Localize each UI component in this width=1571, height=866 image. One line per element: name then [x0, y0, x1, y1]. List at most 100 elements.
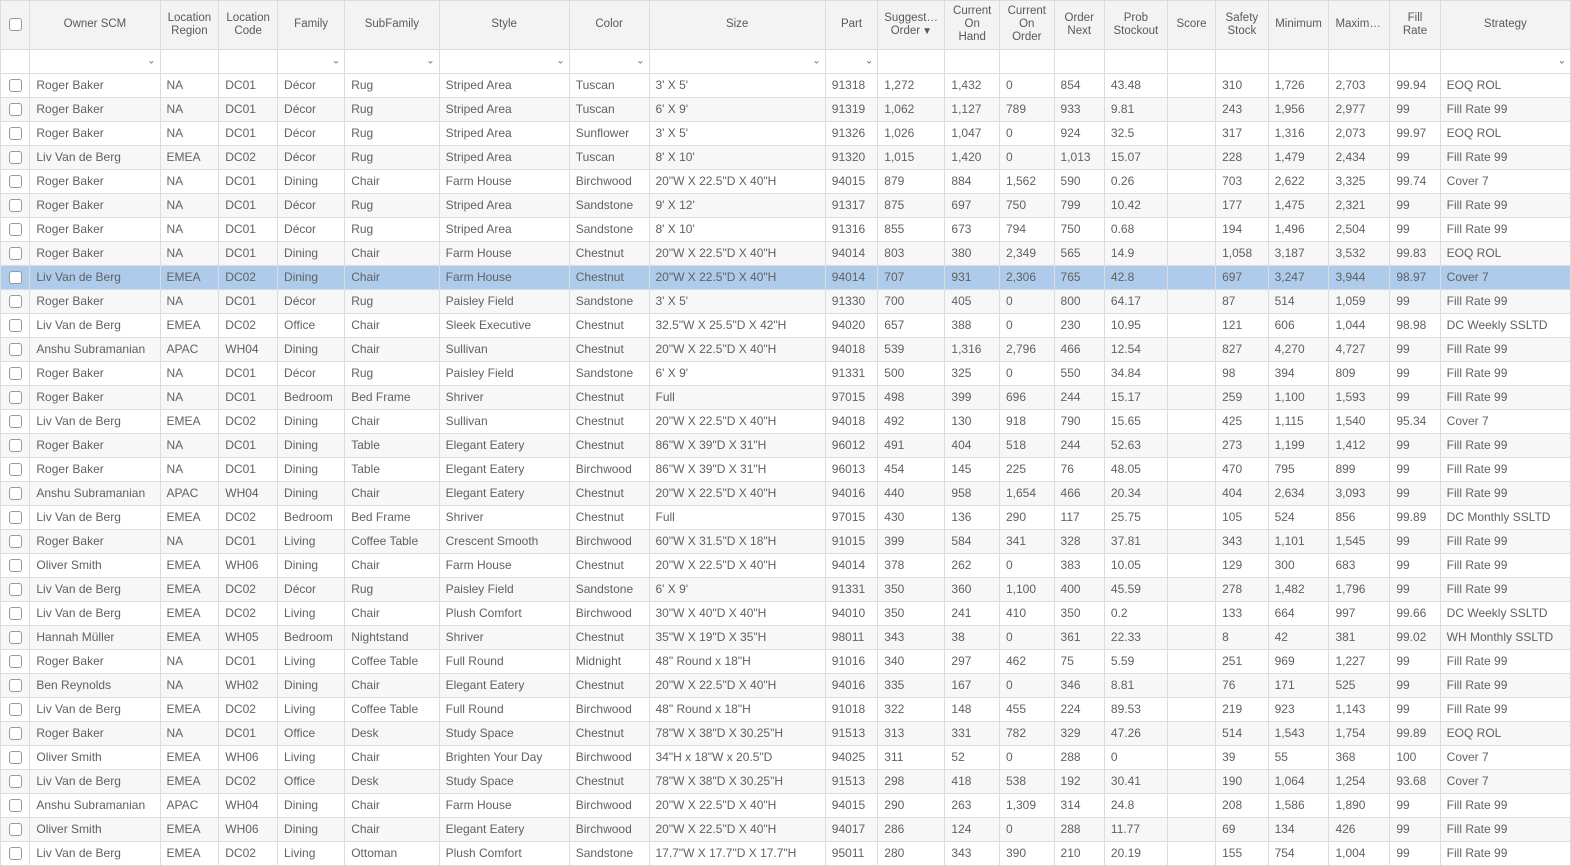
filter-cell[interactable]: ⌄	[649, 49, 825, 73]
chevron-down-icon: ⌄	[636, 56, 644, 67]
cell: DC02	[219, 601, 278, 625]
table-row[interactable]: Roger BakerNADC01DiningChairFarm HouseBi…	[1, 169, 1571, 193]
table-row[interactable]: Ben ReynoldsNAWH02DiningChairElegant Eat…	[1, 673, 1571, 697]
table-row[interactable]: Liv Van de BergEMEADC02LivingChairPlush …	[1, 601, 1571, 625]
table-row[interactable]: Roger BakerNADC01DécorRugStriped AreaTus…	[1, 97, 1571, 121]
row-checkbox[interactable]	[9, 343, 22, 356]
table-row[interactable]: Liv Van de BergEMEADC02DiningChairFarm H…	[1, 265, 1571, 289]
filter-cell[interactable]: ⌄	[825, 49, 877, 73]
table-row[interactable]: Anshu SubramanianAPACWH04DiningChairSull…	[1, 337, 1571, 361]
column-header[interactable]: Strategy	[1440, 1, 1570, 50]
row-checkbox[interactable]	[9, 583, 22, 596]
table-row[interactable]: Roger BakerNADC01DiningTableElegant Eate…	[1, 433, 1571, 457]
table-row[interactable]: Liv Van de BergEMEADC02DécorRugStriped A…	[1, 145, 1571, 169]
column-header[interactable]	[1, 1, 30, 50]
row-checkbox[interactable]	[9, 79, 22, 92]
table-row[interactable]: Roger BakerNADC01DécorRugStriped AreaSan…	[1, 193, 1571, 217]
row-checkbox[interactable]	[9, 799, 22, 812]
row-checkbox[interactable]	[9, 679, 22, 692]
column-header[interactable]: Suggested Order▼	[878, 1, 945, 50]
row-checkbox[interactable]	[9, 175, 22, 188]
column-header[interactable]: Maximum	[1329, 1, 1390, 50]
table-row[interactable]: Oliver SmithEMEAWH06DiningChairElegant E…	[1, 817, 1571, 841]
table-row[interactable]: Liv Van de BergEMEADC02DiningChairSulliv…	[1, 409, 1571, 433]
row-checkbox[interactable]	[9, 367, 22, 380]
row-checkbox[interactable]	[9, 823, 22, 836]
table-row[interactable]: Roger BakerNADC01LivingCoffee TableCresc…	[1, 529, 1571, 553]
row-checkbox[interactable]	[9, 535, 22, 548]
filter-cell[interactable]: ⌄	[1440, 49, 1570, 73]
table-row[interactable]: Roger BakerNADC01BedroomBed FrameShriver…	[1, 385, 1571, 409]
row-checkbox[interactable]	[9, 151, 22, 164]
column-header[interactable]: Part	[825, 1, 877, 50]
row-checkbox[interactable]	[9, 103, 22, 116]
table-row[interactable]: Roger BakerNADC01LivingCoffee TableFull …	[1, 649, 1571, 673]
row-checkbox[interactable]	[9, 415, 22, 428]
table-row[interactable]: Liv Van de BergEMEADC02OfficeDeskStudy S…	[1, 769, 1571, 793]
column-header[interactable]: Prob Stockout	[1104, 1, 1167, 50]
row-checkbox[interactable]	[9, 655, 22, 668]
filter-cell[interactable]: ⌄	[30, 49, 160, 73]
filter-cell[interactable]: ⌄	[345, 49, 439, 73]
column-header[interactable]: Current On Order	[999, 1, 1054, 50]
filter-cell[interactable]: ⌄	[439, 49, 569, 73]
row-checkbox[interactable]	[9, 199, 22, 212]
table-row[interactable]: Roger BakerNADC01DiningTableElegant Eate…	[1, 457, 1571, 481]
table-row[interactable]: Roger BakerNADC01DécorRugStriped AreaTus…	[1, 73, 1571, 97]
row-checkbox[interactable]	[9, 391, 22, 404]
row-checkbox[interactable]	[9, 127, 22, 140]
row-checkbox[interactable]	[9, 319, 22, 332]
table-row[interactable]: Oliver SmithEMEAWH06LivingChairBrighten …	[1, 745, 1571, 769]
row-checkbox[interactable]	[9, 607, 22, 620]
table-row[interactable]: Roger BakerNADC01OfficeDeskStudy SpaceCh…	[1, 721, 1571, 745]
column-header[interactable]: Order Next	[1054, 1, 1104, 50]
table-row[interactable]: Oliver SmithEMEAWH06DiningChairFarm Hous…	[1, 553, 1571, 577]
row-checkbox[interactable]	[9, 775, 22, 788]
column-header[interactable]: Style	[439, 1, 569, 50]
cell: 381	[1329, 625, 1390, 649]
table-row[interactable]: Roger BakerNADC01DécorRugStriped AreaSan…	[1, 217, 1571, 241]
table-row[interactable]: Liv Van de BergEMEADC02DécorRugPaisley F…	[1, 577, 1571, 601]
row-checkbox[interactable]	[9, 247, 22, 260]
cell: 290	[999, 505, 1054, 529]
table-row[interactable]: Roger BakerNADC01DiningChairFarm HouseCh…	[1, 241, 1571, 265]
column-header[interactable]: Minimum	[1268, 1, 1329, 50]
column-header[interactable]: Owner SCM	[30, 1, 160, 50]
table-row[interactable]: Liv Van de BergEMEADC02OfficeChairSleek …	[1, 313, 1571, 337]
table-row[interactable]: Roger BakerNADC01DécorRugPaisley FieldSa…	[1, 361, 1571, 385]
row-checkbox[interactable]	[9, 223, 22, 236]
row-checkbox[interactable]	[9, 727, 22, 740]
table-row[interactable]: Liv Van de BergEMEADC02LivingCoffee Tabl…	[1, 697, 1571, 721]
column-header[interactable]: Fill Rate	[1390, 1, 1440, 50]
table-row[interactable]: Anshu SubramanianAPACWH04DiningChairEleg…	[1, 481, 1571, 505]
column-header[interactable]: Size	[649, 1, 825, 50]
table-row[interactable]: Liv Van de BergEMEADC02BedroomBed FrameS…	[1, 505, 1571, 529]
column-header[interactable]: Family	[278, 1, 345, 50]
table-row[interactable]: Roger BakerNADC01DécorRugPaisley FieldSa…	[1, 289, 1571, 313]
row-checkbox[interactable]	[9, 847, 22, 860]
column-header[interactable]: Score	[1167, 1, 1215, 50]
filter-cell[interactable]: ⌄	[569, 49, 649, 73]
column-header[interactable]: Location Code	[219, 1, 278, 50]
column-header[interactable]: Current On Hand	[945, 1, 1000, 50]
column-header[interactable]: SubFamily	[345, 1, 439, 50]
row-checkbox[interactable]	[9, 511, 22, 524]
row-checkbox[interactable]	[9, 751, 22, 764]
table-row[interactable]: Roger BakerNADC01DécorRugStriped AreaSun…	[1, 121, 1571, 145]
column-header[interactable]: Location Region	[160, 1, 219, 50]
row-checkbox[interactable]	[9, 295, 22, 308]
column-header[interactable]: Color	[569, 1, 649, 50]
row-checkbox[interactable]	[9, 439, 22, 452]
table-row[interactable]: Liv Van de BergEMEADC02LivingOttomanPlus…	[1, 841, 1571, 865]
row-checkbox[interactable]	[9, 703, 22, 716]
row-checkbox[interactable]	[9, 463, 22, 476]
row-checkbox[interactable]	[9, 487, 22, 500]
row-checkbox[interactable]	[9, 559, 22, 572]
row-checkbox[interactable]	[9, 631, 22, 644]
table-row[interactable]: Anshu SubramanianAPACWH04DiningChairFarm…	[1, 793, 1571, 817]
select-all-checkbox[interactable]	[9, 18, 22, 31]
row-checkbox[interactable]	[9, 271, 22, 284]
filter-cell[interactable]: ⌄	[278, 49, 345, 73]
table-row[interactable]: Hannah MüllerEMEAWH05BedroomNightstandSh…	[1, 625, 1571, 649]
column-header[interactable]: Safety Stock	[1216, 1, 1268, 50]
